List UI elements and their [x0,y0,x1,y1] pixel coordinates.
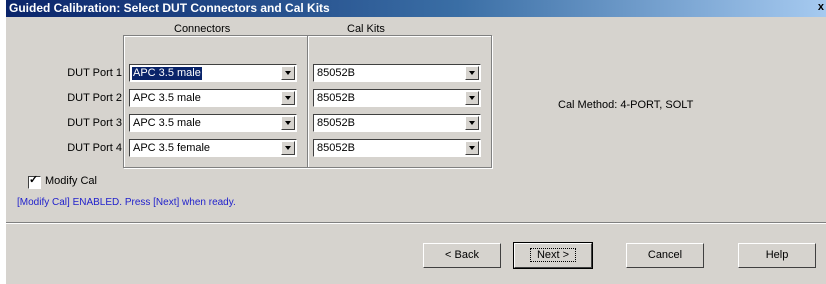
connector-value: APC 3.5 male [133,117,201,129]
dialog-window: Guided Calibration: Select DUT Connector… [5,0,826,284]
calkit-value: 85052B [317,142,355,154]
chevron-down-icon[interactable] [465,116,479,130]
connectors-header: Connectors [174,23,231,35]
divider [6,222,826,224]
connector-select-port-1[interactable]: APC 3.5 male [129,64,297,82]
calkit-select-port-3[interactable]: 85052B [313,114,481,132]
close-icon[interactable]: x [818,1,824,13]
cal-kits-header: Cal Kits [347,23,385,35]
chevron-down-icon[interactable] [465,141,479,155]
connector-value: APC 3.5 male [133,92,201,104]
modify-cal-label[interactable]: Modify Cal [45,175,97,187]
chevron-down-icon[interactable] [281,91,295,105]
calkit-value: 85052B [317,92,355,104]
connector-select-port-2[interactable]: APC 3.5 male [129,89,297,107]
window-title: Guided Calibration: Select DUT Connector… [9,1,330,15]
chevron-down-icon[interactable] [281,116,295,130]
title-bar[interactable]: Guided Calibration: Select DUT Connector… [6,0,826,17]
calkit-value: 85052B [317,117,355,129]
connector-value: APC 3.5 female [133,142,211,154]
connector-value: APC 3.5 male [132,67,202,80]
calkit-select-port-1[interactable]: 85052B [313,64,481,82]
calkit-value: 85052B [317,67,355,79]
connector-select-port-3[interactable]: APC 3.5 male [129,114,297,132]
cal-method-text: Cal Method: 4-PORT, SOLT [558,99,694,111]
check-icon: ✓ [29,174,39,186]
back-button[interactable]: < Back [423,243,501,268]
next-button[interactable]: Next > [513,242,593,269]
help-button[interactable]: Help [738,243,816,268]
connector-select-port-4[interactable]: APC 3.5 female [129,139,297,157]
calkit-select-port-4[interactable]: 85052B [313,139,481,157]
status-message: [Modify Cal] ENABLED. Press [Next] when … [17,197,236,208]
modify-cal-checkbox[interactable]: ✓ [28,174,41,189]
chevron-down-icon[interactable] [281,141,295,155]
port-label-1: DUT Port 1 [67,67,122,79]
cancel-button[interactable]: Cancel [626,243,704,268]
port-label-2: DUT Port 2 [67,92,122,104]
chevron-down-icon[interactable] [281,66,295,80]
port-label-3: DUT Port 3 [67,117,122,129]
chevron-down-icon[interactable] [465,66,479,80]
next-button-label: Next > [529,248,577,262]
chevron-down-icon[interactable] [465,91,479,105]
calkit-select-port-2[interactable]: 85052B [313,89,481,107]
port-label-4: DUT Port 4 [67,142,122,154]
